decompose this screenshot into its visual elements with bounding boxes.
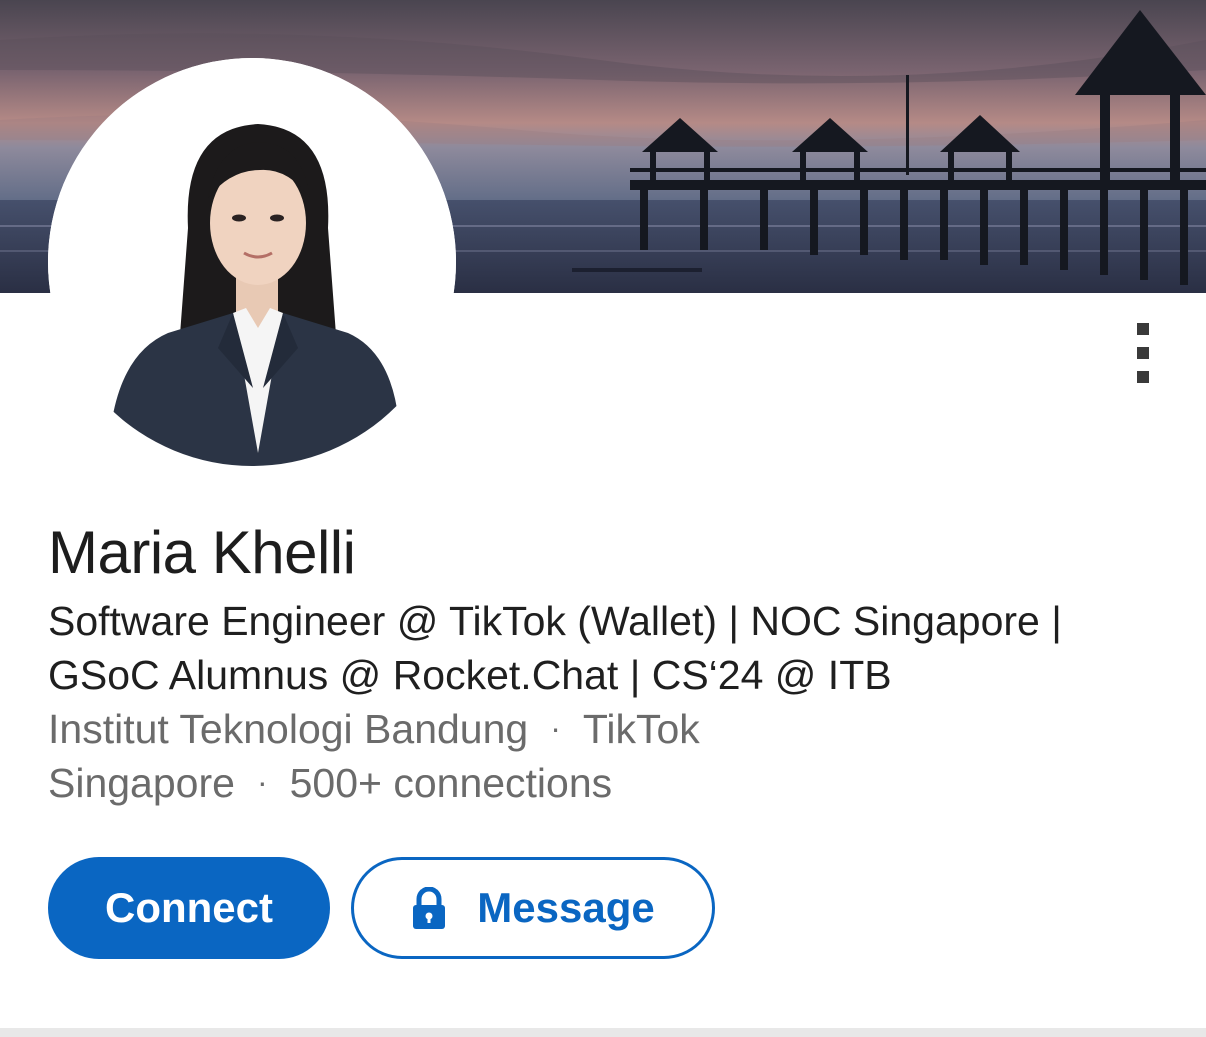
message-button[interactable]: Message [351, 857, 715, 959]
section-divider [0, 1028, 1206, 1037]
profile-headline: Software Engineer @ TikTok (Wallet) | NO… [48, 598, 1062, 698]
profile-page: Maria Khelli Software Engineer @ TikTok … [0, 0, 1206, 1037]
connect-button[interactable]: Connect [48, 857, 330, 959]
message-button-label: Message [477, 884, 655, 931]
separator-dot: · [256, 764, 268, 800]
education-link[interactable]: Institut Teknologi Bandung [48, 706, 528, 752]
lock-icon [411, 886, 447, 929]
separator-dot: · [550, 710, 561, 746]
profile-name: Maria Khelli [48, 519, 356, 586]
profile-location-connections: Singapore · 500+ connections [48, 756, 612, 813]
profile-location: Singapore [48, 760, 235, 806]
connect-button-label: Connect [105, 884, 273, 931]
profile-avatar[interactable] [48, 58, 456, 466]
company-link[interactable]: TikTok [583, 706, 700, 752]
profile-affiliations: Institut Teknologi Bandung · TikTok [48, 702, 700, 759]
more-options-button[interactable] [1120, 315, 1166, 391]
connections-count[interactable]: 500+ connections [290, 760, 613, 806]
